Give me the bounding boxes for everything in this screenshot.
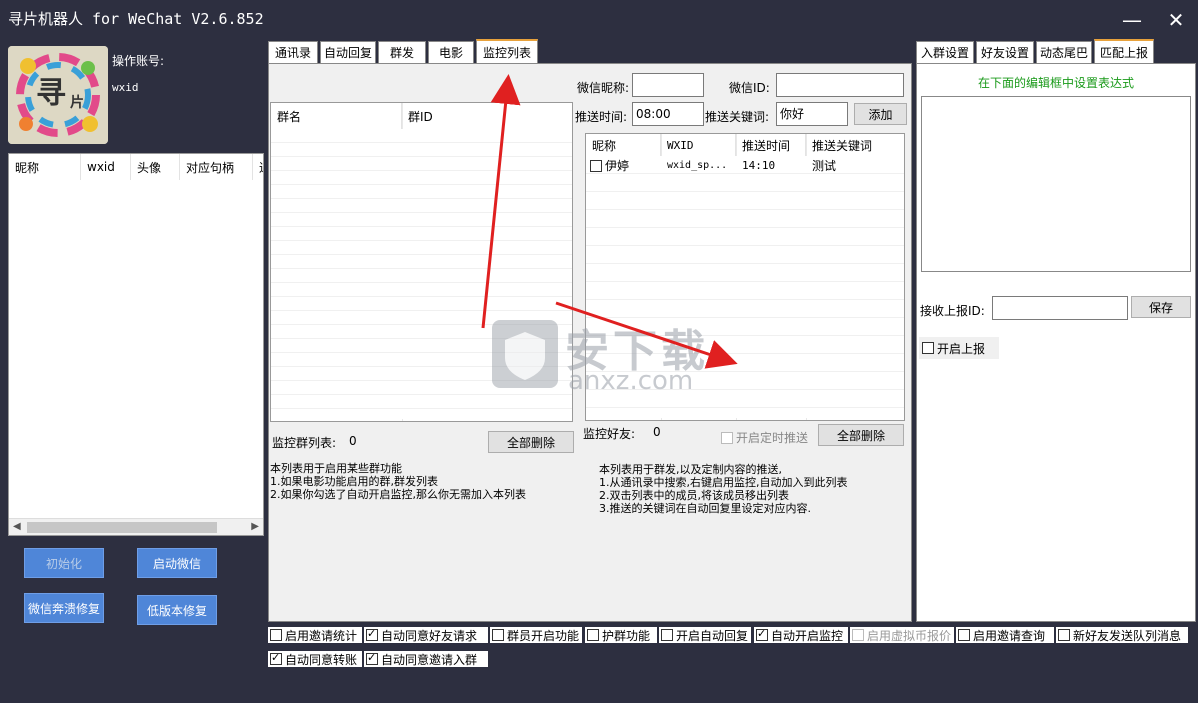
annotation-arrows <box>481 74 738 369</box>
arrow-to-monitor-tab <box>481 74 521 329</box>
arrow-to-friend-table <box>555 301 738 369</box>
